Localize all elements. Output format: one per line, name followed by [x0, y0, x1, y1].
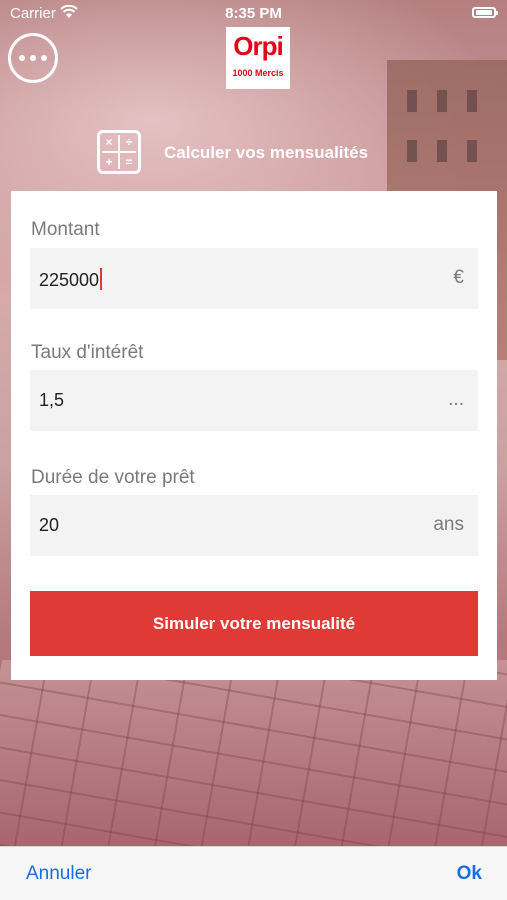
rate-value: 1,5	[39, 390, 65, 410]
background-pavement	[0, 660, 507, 846]
logo-main-text: Orpi	[233, 31, 283, 61]
status-bar: Carrier 8:35 PM	[0, 0, 507, 28]
orpi-logo: Orpi 1000 Mercis	[226, 27, 290, 89]
more-menu-button[interactable]	[8, 33, 58, 83]
amount-unit: €	[453, 267, 464, 288]
bottom-toolbar: Annuler Ok	[0, 846, 507, 900]
duration-value: 20	[39, 515, 60, 535]
logo-sub-text: 1000 Mercis	[232, 68, 284, 78]
duration-label: Durée de votre prêt	[31, 467, 195, 488]
rate-field[interactable]: 1,5 ...	[30, 370, 478, 431]
battery-icon	[472, 7, 498, 18]
rate-unit: ...	[448, 389, 464, 410]
amount-label: Montant	[31, 219, 100, 240]
ok-button[interactable]: Ok	[457, 863, 482, 885]
more-dots-icon	[19, 55, 25, 61]
text-caret	[100, 268, 103, 290]
loan-form-card: Montant 225000 € Taux d'intérêt 1,5 ... …	[11, 191, 497, 680]
amount-value: 225000	[39, 268, 103, 291]
simulate-button[interactable]: Simuler votre mensualité	[30, 591, 478, 656]
duration-unit: ans	[433, 514, 464, 535]
amount-field[interactable]: 225000 €	[30, 248, 478, 309]
cancel-button[interactable]: Annuler	[26, 863, 92, 885]
calculator-icon: × ÷ + =	[97, 130, 141, 174]
section-title: Calculer vos mensualités	[164, 143, 369, 162]
status-time: 8:35 PM	[225, 5, 282, 22]
rate-label: Taux d'intérêt	[31, 342, 144, 363]
duration-field[interactable]: 20 ans	[30, 495, 478, 556]
